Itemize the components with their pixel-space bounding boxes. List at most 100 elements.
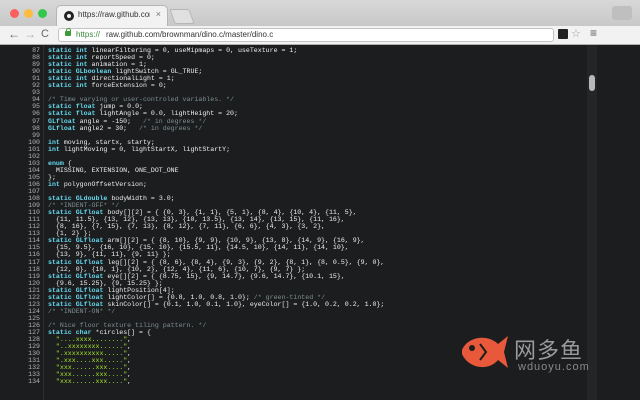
reload-button[interactable]: C bbox=[41, 28, 49, 40]
code-line: 121 static GLfloat lightPosition[4]; bbox=[0, 287, 600, 294]
code-line: 108 static GLdouble bodyWidth = 3.0; bbox=[0, 195, 600, 202]
browser-toolbar: ← → C https:// raw.github.com/brownman/d… bbox=[0, 26, 640, 45]
code-text: static GLfloat lightPosition[4]; bbox=[48, 286, 175, 294]
line-number: 89 bbox=[32, 61, 40, 69]
code-text: {15, 9.5}, {16, 10}, {15, 10}, {15.5, 11… bbox=[48, 244, 349, 252]
code-text: /* Time varying or user-controled variab… bbox=[48, 96, 234, 104]
line-number: 113 bbox=[28, 230, 40, 238]
code-text: static GLfloat arm[][2] = { {8, 10}, {9,… bbox=[48, 237, 365, 245]
line-number: 96 bbox=[32, 110, 40, 118]
line-number: 112 bbox=[28, 223, 40, 231]
line-number: 91 bbox=[32, 75, 40, 83]
code-text: static int directionalLight = 1; bbox=[48, 75, 175, 83]
code-text: {12, 0}, {10, 1}, {10, 2}, {12, 4}, {11,… bbox=[48, 265, 306, 273]
line-number: 121 bbox=[28, 286, 40, 294]
code-text: static int forceExtension = 0; bbox=[48, 82, 167, 90]
code-line: 97 GLfloat angle = -150; /* in degrees */ bbox=[0, 118, 600, 125]
code-line: 129 "..xxxxxxxx......", bbox=[0, 343, 600, 350]
code-line: 105}; bbox=[0, 174, 600, 181]
bookmark-star-icon[interactable]: ☆ bbox=[571, 27, 581, 40]
github-icon bbox=[64, 11, 74, 21]
lock-icon bbox=[65, 28, 71, 36]
code-line: 93 bbox=[0, 89, 600, 96]
watermark-url-text: wduoyu.com bbox=[518, 361, 590, 373]
code-text: static float lightAngle = 0.0, lightHeig… bbox=[48, 110, 238, 118]
code-text: "....xxxx........", bbox=[55, 336, 132, 344]
code-text: "xxx......xxx....", bbox=[55, 371, 132, 379]
code-line: 122 static GLfloat lightColor[] = {0.8, 1… bbox=[0, 294, 600, 301]
browser-tab[interactable]: https://raw.github.com/brownman/dino.c × bbox=[56, 5, 168, 26]
menu-icon[interactable]: ≡ bbox=[590, 26, 597, 40]
code-text: {9.6, 15.25}, {9, 15.25} }; bbox=[48, 279, 163, 287]
code-text: "xxx......xxx....", bbox=[55, 378, 132, 386]
line-number: 124 bbox=[28, 307, 40, 315]
code-line: 125 bbox=[0, 315, 600, 322]
forward-button[interactable]: → bbox=[24, 28, 36, 40]
line-number: 88 bbox=[32, 54, 40, 62]
minimize-window-button[interactable] bbox=[24, 9, 33, 18]
tab-strip: https://raw.github.com/brownman/dino.c × bbox=[0, 0, 640, 26]
profile-icon[interactable] bbox=[612, 6, 632, 20]
code-line: 132 "xxx......xxx....", bbox=[0, 364, 600, 371]
code-text: /* Nice floor texture tiling pattern. */ bbox=[48, 321, 207, 329]
code-line: 131 ".xxx....xxx.....", bbox=[0, 357, 600, 364]
code-text: "..xxxxxxxx......", bbox=[55, 343, 132, 351]
maximize-window-button[interactable] bbox=[38, 9, 47, 18]
code-text: static char *circles[] = { bbox=[48, 329, 151, 336]
scrollbar-track[interactable] bbox=[587, 45, 597, 400]
code-line: 113 {1, 2} }; bbox=[0, 230, 600, 237]
code-text: GLfloat angle2 = 30; /* in degrees */ bbox=[48, 124, 203, 132]
tab-title: https://raw.github.com/brownman/dino.c bbox=[78, 10, 150, 19]
tab-close-icon[interactable]: × bbox=[156, 9, 161, 19]
line-number: 115 bbox=[28, 244, 40, 252]
code-text: /* *INDENT-ON* */ bbox=[48, 307, 116, 315]
line-number: 106 bbox=[28, 180, 40, 188]
line-number: 100 bbox=[28, 138, 40, 146]
line-number: 103 bbox=[28, 159, 40, 167]
address-bar[interactable]: https:// raw.github.com/brownman/dino.c/… bbox=[58, 28, 554, 42]
line-number: 102 bbox=[28, 152, 40, 160]
code-text: static GLfloat body[][2] = { {0, 3}, {1,… bbox=[48, 209, 357, 217]
code-text: ".xxxxxxxxxx.....", bbox=[55, 350, 132, 358]
new-tab-button[interactable] bbox=[169, 9, 195, 24]
code-line: 110 static GLfloat body[][2] = { {0, 3}, … bbox=[0, 209, 600, 216]
code-line: 119 static GLfloat eye[][2] = { {8.75, 15… bbox=[0, 273, 600, 280]
browser-window: https://raw.github.com/brownman/dino.c ×… bbox=[0, 0, 640, 400]
code-line: 104 MISSING, EXTENSION, ONE_DOT_ONE bbox=[0, 167, 600, 174]
line-number: 117 bbox=[28, 258, 40, 266]
code-text: static GLfloat leg[][2] = { {8, 6}, {8, … bbox=[48, 258, 385, 266]
code-text: {1, 2} }; bbox=[48, 230, 92, 238]
code-line: 92 static int forceExtension = 0; bbox=[0, 82, 600, 89]
code-line: 118 {12, 0}, {10, 1}, {10, 2}, {12, 4}, … bbox=[0, 266, 600, 273]
line-number: 119 bbox=[28, 272, 40, 280]
line-number: 114 bbox=[28, 237, 40, 245]
line-number: 132 bbox=[28, 364, 40, 372]
code-line: 130 ".xxxxxxxxxx.....", bbox=[0, 350, 600, 357]
line-number: 120 bbox=[28, 279, 40, 287]
line-number: 134 bbox=[28, 378, 40, 386]
back-button[interactable]: ← bbox=[8, 28, 20, 40]
close-window-button[interactable] bbox=[10, 9, 19, 18]
code-line: 102 bbox=[0, 153, 600, 160]
code-text: static int reportSpeed = 0; bbox=[48, 54, 155, 62]
right-margin bbox=[600, 45, 640, 400]
code-line: 87 static int linearFiltering = 0, useMip… bbox=[0, 47, 600, 54]
code-line: 114 static GLfloat arm[][2] = { {8, 10}, … bbox=[0, 237, 600, 244]
code-line: 98 GLfloat angle2 = 30; /* in degrees */ bbox=[0, 125, 600, 132]
code-line: 95 static float jump = 0.0; bbox=[0, 103, 600, 110]
line-number: 98 bbox=[32, 124, 40, 132]
code-line: 128 "....xxxx........", bbox=[0, 336, 600, 343]
scrollbar-thumb[interactable] bbox=[589, 75, 595, 91]
line-number: 128 bbox=[28, 336, 40, 344]
code-line: 88 static int reportSpeed = 0; bbox=[0, 54, 600, 61]
code-line: 126 /* Nice floor texture tiling pattern.… bbox=[0, 322, 600, 329]
line-number: 99 bbox=[32, 131, 40, 139]
url-text: raw.github.com/brownman/dino.c/master/di… bbox=[106, 30, 274, 39]
extension-icon[interactable] bbox=[558, 29, 568, 39]
code-line: 96 static float lightAngle = 0.0, lightHe… bbox=[0, 110, 600, 117]
line-number: 127 bbox=[28, 329, 40, 336]
code-text: {8, 16}, {7, 15}, {7, 13}, {8, 12}, {7, … bbox=[48, 223, 325, 231]
code-text: static int linearFiltering = 0, useMipma… bbox=[48, 47, 298, 54]
code-text: static GLdouble bodyWidth = 3.0; bbox=[48, 195, 175, 203]
code-text: "xxx......xxx....", bbox=[55, 364, 132, 372]
